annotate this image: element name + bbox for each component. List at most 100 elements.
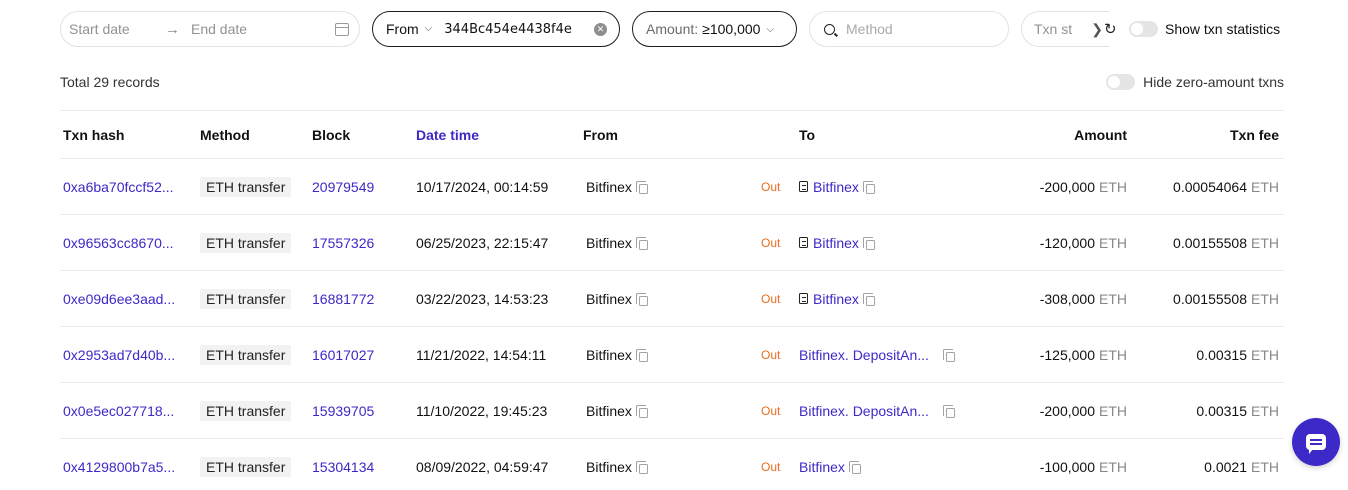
amount-unit: ETH (1099, 346, 1127, 363)
copy-icon[interactable] (635, 404, 648, 418)
copy-icon[interactable] (635, 236, 648, 250)
copy-icon[interactable] (862, 180, 875, 194)
copy-icon[interactable] (635, 180, 648, 194)
amount-unit: ETH (1099, 458, 1127, 475)
direction-badge: Out (761, 291, 781, 306)
block-link[interactable]: 16881772 (312, 291, 374, 307)
copy-icon[interactable] (635, 460, 648, 474)
from-address[interactable]: Bitfinex (586, 235, 632, 251)
amount-filter-value[interactable]: ≥100,000 (702, 21, 760, 37)
method-tag: ETH transfer (200, 176, 292, 197)
amount-unit: ETH (1099, 234, 1127, 251)
fee-value: 0.00315 (1196, 346, 1247, 363)
from-address-input[interactable]: 344Bc454e4438f4e (444, 22, 588, 37)
block-link[interactable]: 17557326 (312, 235, 374, 251)
clear-icon[interactable]: ✕ (594, 22, 607, 36)
copy-icon[interactable] (862, 236, 875, 250)
fee-value: 0.00315 (1196, 402, 1247, 419)
table-body: 0xa6ba70fccf52... ETH transfer 20979549 10/… (60, 159, 1284, 490)
header-to: To (799, 126, 816, 143)
fee-value: 0.00155508 (1173, 234, 1247, 251)
to-address-link[interactable]: Bitfinex (813, 235, 859, 251)
table-row: 0x96563cc8670... ETH transfer 17557326 06/2… (60, 215, 1284, 271)
date-time: 11/10/2022, 19:45:23 (416, 402, 548, 419)
date-time: 11/21/2022, 14:54:11 (416, 346, 547, 363)
block-link[interactable]: 15304134 (312, 459, 374, 475)
from-address[interactable]: Bitfinex (586, 291, 632, 307)
amount-filter[interactable]: Amount: ≥100,000 ⌵ (632, 11, 797, 47)
direction-badge: Out (761, 235, 781, 250)
copy-icon[interactable] (635, 348, 648, 362)
method-search-input[interactable]: Method (846, 21, 893, 37)
show-stats-switch[interactable] (1129, 21, 1158, 37)
copy-icon[interactable] (635, 292, 648, 306)
copy-icon[interactable] (862, 292, 875, 306)
date-time: 08/09/2022, 04:59:47 (416, 458, 549, 475)
txn-hash-link[interactable]: 0x4129800b7a5... (63, 459, 185, 475)
header-txn-fee: Txn fee (1229, 126, 1279, 143)
search-icon (824, 23, 835, 35)
block-link[interactable]: 16017027 (312, 347, 374, 363)
fee-value: 0.0021 (1204, 458, 1247, 475)
amount-value: -200,000 (1039, 178, 1095, 195)
copy-icon[interactable] (943, 404, 955, 418)
to-address-link[interactable]: Bitfinex. DepositAn... (799, 347, 939, 363)
block-link[interactable]: 20979549 (312, 179, 374, 195)
method-tag: ETH transfer (200, 232, 292, 253)
txn-hash-link[interactable]: 0x2953ad7d40b... (63, 347, 185, 363)
show-stats-toggle[interactable]: Show txn statistics (1129, 21, 1280, 37)
hide-zero-toggle[interactable]: Hide zero-amount txns (1106, 74, 1284, 90)
method-tag: ETH transfer (200, 400, 292, 421)
method-tag: ETH transfer (200, 288, 292, 309)
amount-unit: ETH (1099, 402, 1127, 419)
block-link[interactable]: 15939705 (312, 403, 374, 419)
from-address[interactable]: Bitfinex (586, 179, 632, 195)
txn-hash-link[interactable]: 0x0e5ec027718... (63, 403, 185, 419)
refresh-icon[interactable]: ↻ (1104, 21, 1120, 37)
to-address-link[interactable]: Bitfinex (813, 291, 859, 307)
chevron-down-icon[interactable]: ⌵ (425, 23, 433, 34)
amount-value: -100,000 (1039, 458, 1095, 475)
hide-zero-switch[interactable] (1106, 74, 1136, 90)
header-txn-hash: Txn hash (63, 126, 125, 143)
to-address-link[interactable]: Bitfinex (813, 179, 859, 195)
txn-hash-link[interactable]: 0x96563cc8670... (63, 235, 185, 251)
fee-unit: ETH (1251, 346, 1279, 363)
amount-unit: ETH (1099, 290, 1127, 307)
txn-hash-link[interactable]: 0xe09d6ee3aad... (63, 291, 185, 307)
end-date-input[interactable]: End date (191, 21, 335, 37)
txn-status-filter[interactable]: Txn st ❯ (1021, 11, 1109, 47)
fee-unit: ETH (1251, 458, 1279, 475)
filter-bar: Start date → End date From ⌵ 344Bc454e44… (60, 11, 1284, 47)
copy-icon[interactable] (943, 348, 955, 362)
method-search-field[interactable]: Method (809, 11, 1009, 47)
txn-hash-link[interactable]: 0xa6ba70fccf52... (63, 179, 185, 195)
table-row: 0x4129800b7a5... ETH transfer 15304134 08/0… (60, 439, 1284, 490)
fee-value: 0.00155508 (1173, 290, 1247, 307)
copy-icon[interactable] (848, 460, 861, 474)
from-address[interactable]: Bitfinex (586, 347, 632, 363)
header-date-time[interactable]: Date time (416, 111, 479, 158)
direction-badge: Out (761, 403, 781, 418)
date-range-picker[interactable]: Start date → End date (60, 11, 360, 47)
table-row: 0x2953ad7d40b... ETH transfer 16017027 11/2… (60, 327, 1284, 383)
table-header: Txn hash Method Block Date time From To … (60, 111, 1284, 159)
from-filter-label[interactable]: From (386, 21, 419, 37)
txn-status-label[interactable]: Txn st (1034, 21, 1072, 37)
direction-badge: Out (761, 459, 781, 474)
from-address-filter[interactable]: From ⌵ 344Bc454e4438f4e ✕ (372, 11, 620, 47)
fee-unit: ETH (1251, 178, 1279, 195)
to-address-link[interactable]: Bitfinex (799, 459, 845, 475)
start-date-input[interactable]: Start date (69, 21, 165, 37)
from-address[interactable]: Bitfinex (586, 459, 632, 475)
to-address-link[interactable]: Bitfinex. DepositAn... (799, 403, 939, 419)
total-records: Total 29 records (60, 74, 160, 90)
contract-icon (799, 181, 808, 192)
amount-value: -125,000 (1039, 346, 1095, 363)
header-from: From (583, 126, 618, 143)
chevron-down-icon[interactable]: ⌵ (766, 24, 774, 35)
date-time: 03/22/2023, 14:53:23 (416, 290, 549, 307)
chat-button[interactable] (1292, 418, 1340, 466)
calendar-icon[interactable] (335, 22, 349, 36)
from-address[interactable]: Bitfinex (586, 403, 632, 419)
